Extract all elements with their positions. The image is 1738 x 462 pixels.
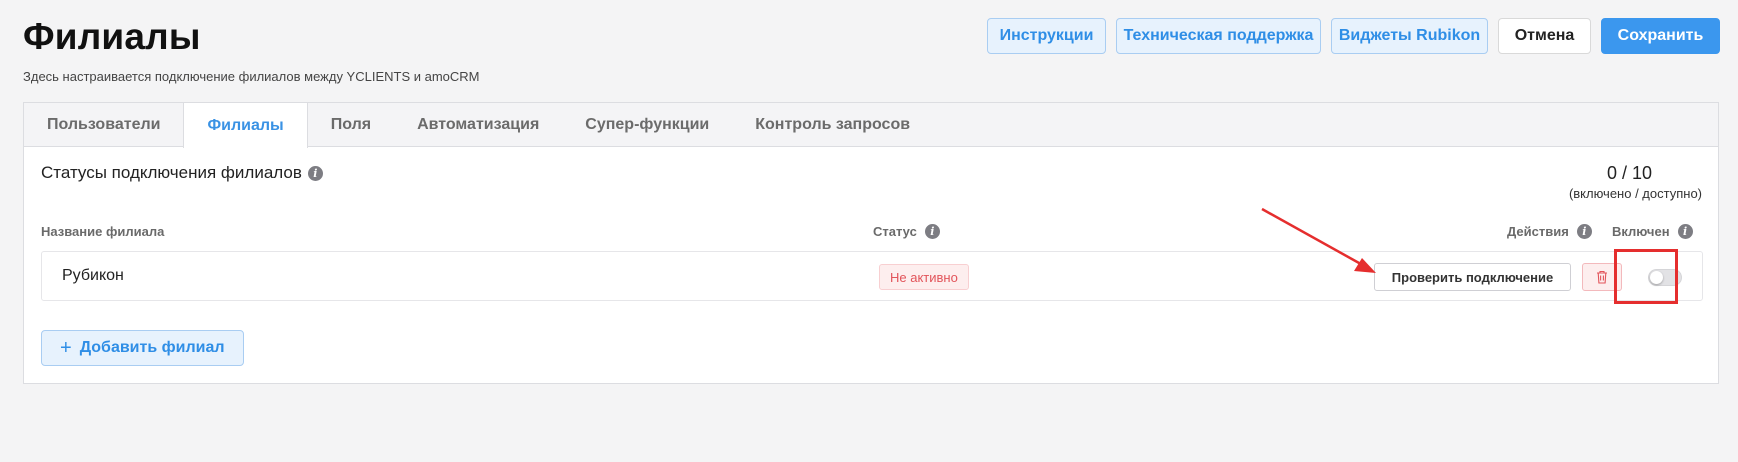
tab-branches[interactable]: Филиалы bbox=[183, 103, 308, 148]
info-icon[interactable]: i bbox=[1677, 224, 1693, 239]
section-title-text: Статусы подключения филиалов bbox=[41, 163, 302, 182]
counter-value: 0 / 10 bbox=[1606, 163, 1652, 183]
column-header-enabled: Включен i bbox=[1612, 224, 1693, 239]
counter-label: (включено / доступно) bbox=[1568, 186, 1702, 201]
tab-super-functions[interactable]: Супер-функции bbox=[562, 103, 732, 147]
tab-request-control[interactable]: Контроль запросов bbox=[732, 103, 933, 147]
cancel-button[interactable]: Отмена bbox=[1498, 18, 1591, 54]
table-row: Рубикон Не активно Проверить подключение bbox=[41, 251, 1703, 301]
save-button[interactable]: Сохранить bbox=[1601, 18, 1720, 54]
tab-automation[interactable]: Автоматизация bbox=[394, 103, 562, 147]
info-icon[interactable]: i bbox=[1576, 224, 1592, 239]
page-subtitle: Здесь настраивается подключение филиалов… bbox=[23, 69, 480, 84]
widgets-button[interactable]: Виджеты Rubikon bbox=[1331, 18, 1488, 54]
instructions-button[interactable]: Инструкции bbox=[987, 18, 1106, 54]
section-title: Статусы подключения филиалов i bbox=[41, 163, 323, 183]
info-icon[interactable]: i bbox=[924, 224, 940, 239]
column-header-name-label: Название филиала bbox=[41, 224, 165, 239]
column-header-actions: Действия i bbox=[1507, 224, 1592, 239]
column-header-status: Статус i bbox=[873, 224, 940, 239]
info-icon[interactable]: i bbox=[307, 165, 323, 181]
plus-icon: + bbox=[60, 337, 72, 359]
tab-fields[interactable]: Поля bbox=[308, 103, 394, 147]
column-header-enabled-label: Включен bbox=[1612, 224, 1670, 239]
support-button[interactable]: Техническая поддержка bbox=[1116, 18, 1321, 54]
check-connection-button[interactable]: Проверить подключение bbox=[1374, 263, 1571, 291]
column-header-status-label: Статус bbox=[873, 224, 917, 239]
tab-bar: Пользователи Филиалы Поля Автоматизация … bbox=[24, 103, 1718, 148]
column-header-actions-label: Действия bbox=[1507, 224, 1569, 239]
branches-panel: Пользователи Филиалы Поля Автоматизация … bbox=[23, 102, 1719, 384]
annotation-highlight-box bbox=[1614, 249, 1678, 304]
branch-name: Рубикон bbox=[62, 267, 124, 284]
trash-icon bbox=[1597, 270, 1607, 284]
add-branch-label: Добавить филиал bbox=[79, 339, 225, 356]
column-header-name: Название филиала bbox=[41, 224, 164, 239]
add-branch-button[interactable]: + Добавить филиал bbox=[41, 330, 244, 366]
page-title: Филиалы bbox=[23, 16, 201, 57]
tab-users[interactable]: Пользователи bbox=[24, 103, 183, 147]
branch-counter: 0 / 10 (включено / доступно) bbox=[1569, 163, 1702, 201]
header-actions: Инструкции Техническая поддержка Виджеты… bbox=[987, 18, 1720, 54]
status-badge: Не активно bbox=[879, 264, 969, 290]
